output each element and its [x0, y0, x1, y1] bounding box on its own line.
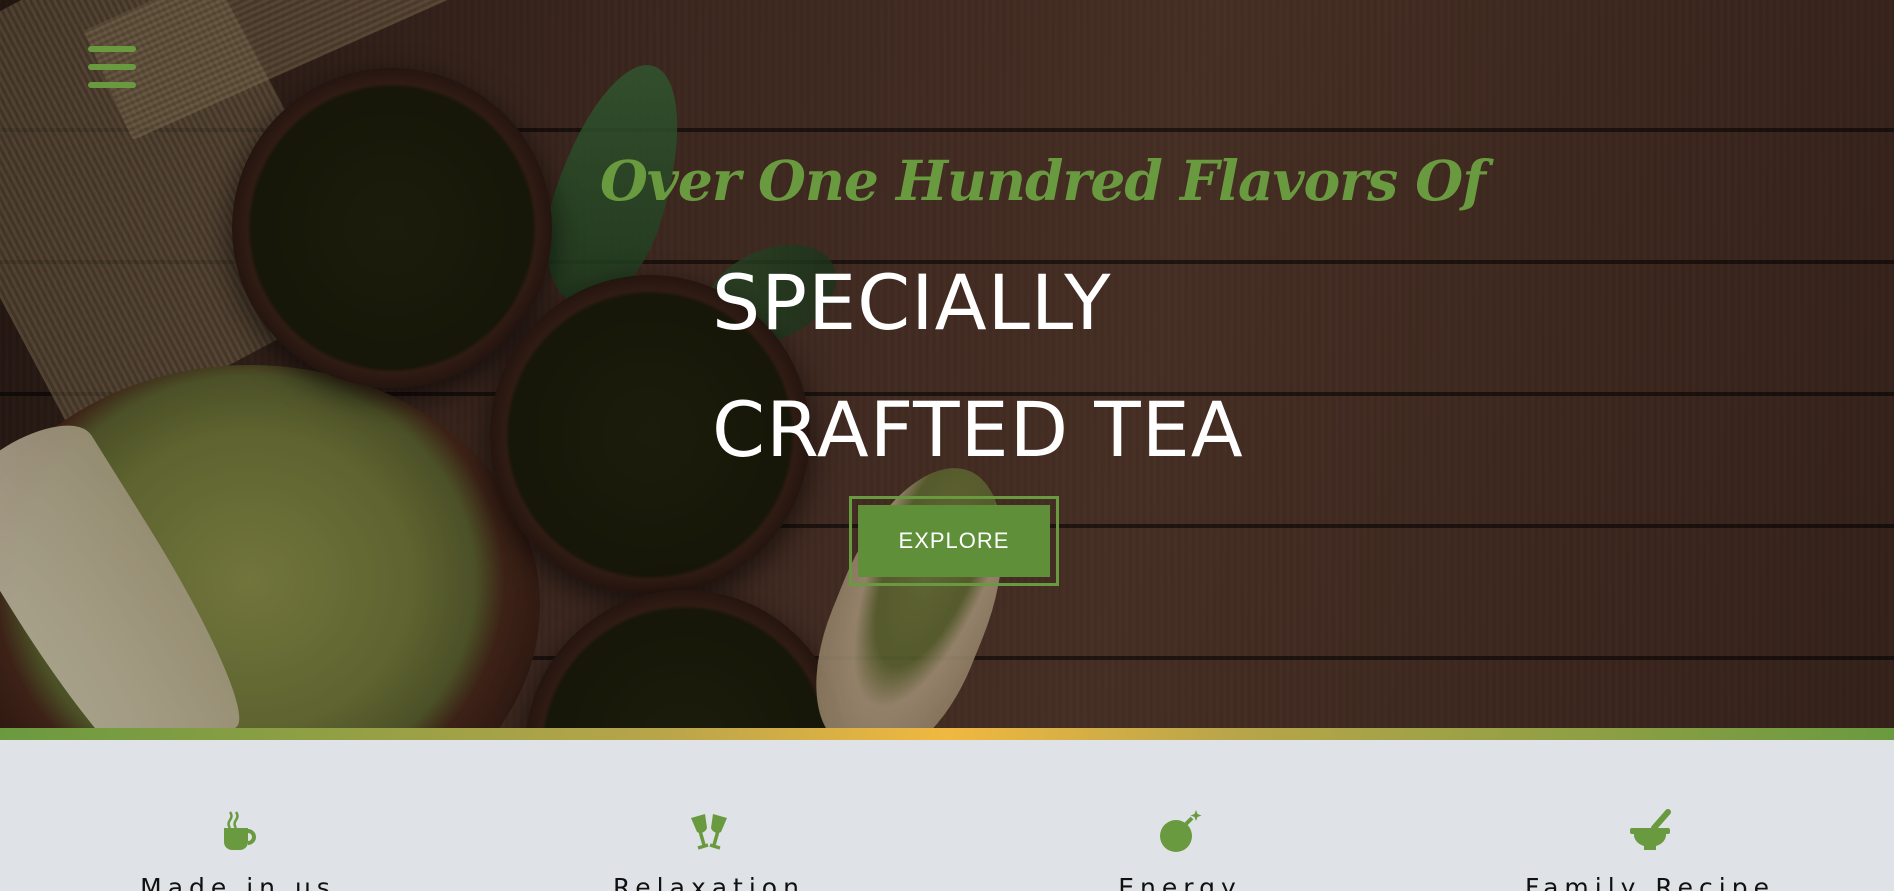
features-section: Made in us Relaxation Energy Family Reci…: [0, 740, 1894, 891]
feature-energy: Energy: [1030, 808, 1330, 891]
section-divider: [0, 728, 1894, 740]
mortar-pestle-icon: [1630, 809, 1671, 850]
hero-headline-line2: CRAFTED TEA: [712, 385, 1244, 474]
hero-tagline: Over One Hundred Flavors Of: [600, 148, 1486, 213]
toasting-glasses-icon: [691, 814, 727, 850]
feature-label: Energy: [1118, 873, 1242, 891]
feature-label: Family Recipe: [1525, 873, 1775, 891]
steaming-cup-icon: [224, 811, 256, 850]
feature-relaxation: Relaxation: [559, 808, 859, 891]
explore-button-frame: EXPLORE: [849, 496, 1059, 586]
hero-overlay: [0, 0, 1894, 728]
feature-family-recipe: Family Recipe: [1500, 808, 1800, 891]
feature-label: Relaxation: [613, 873, 805, 891]
bomb-icon: [1160, 810, 1202, 852]
feature-made-in-us: Made in us: [88, 808, 388, 891]
hamburger-menu-icon[interactable]: [88, 46, 136, 88]
hero-headline-line1: SPECIALLY: [712, 258, 1112, 347]
hero-section: Over One Hundred Flavors Of SPECIALLY CR…: [0, 0, 1894, 728]
feature-label: Made in us: [140, 873, 336, 891]
explore-button[interactable]: EXPLORE: [858, 505, 1050, 577]
